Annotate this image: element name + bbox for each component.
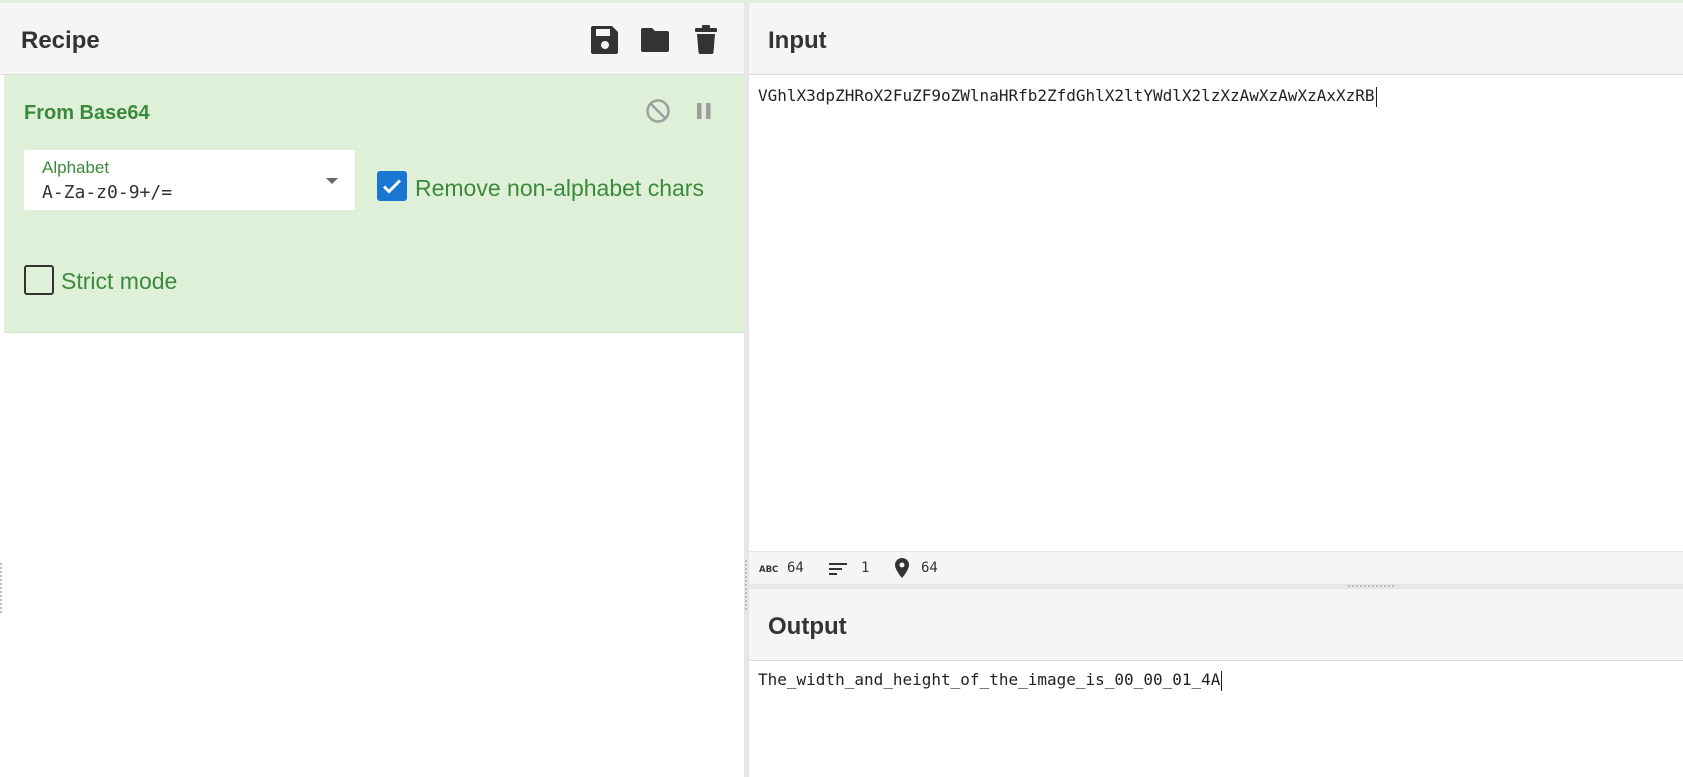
output-header: Output [749,589,1683,661]
check-icon [382,179,402,194]
remove-non-alphabet-checkbox[interactable] [377,171,407,201]
output-pane: Output The_width_and_height_of_the_image… [749,589,1683,777]
char-count: 64 [787,560,804,576]
operation-from-base64: From Base64 Alphabet A-Za-z0-9+/= Remove… [4,75,744,333]
pane-divider-grip[interactable] [745,560,748,610]
recipe-pane: Recipe From Base64 Alphabet A-Za-z0-9+/=… [0,3,744,777]
trash-icon[interactable] [691,23,721,55]
output-text: The_width_and_height_of_the_image_is_00_… [758,670,1221,689]
svg-text:ABC: ABC [759,565,778,573]
abc-icon: ABC [759,565,778,573]
input-textarea[interactable]: VGhlX3dpZHRoX2FuZF9oZWlnaHRfb2ZfdGhlX2lt… [758,86,1377,107]
alphabet-label: Alphabet [42,158,110,177]
chevron-down-icon [326,178,338,184]
folder-icon[interactable] [640,23,670,55]
text-caret [1375,86,1377,107]
output-title: Output [768,613,847,640]
strict-mode-checkbox[interactable] [24,265,54,295]
alphabet-select[interactable]: Alphabet A-Za-z0-9+/= [24,150,355,210]
disable-icon[interactable] [645,98,671,124]
operation-title: From Base64 [24,102,150,124]
input-status-bar: ABC 64 1 64 [749,551,1683,584]
recipe-header: Recipe [0,3,744,75]
save-icon[interactable] [590,23,620,55]
pause-icon[interactable] [692,99,716,123]
line-count: 1 [861,560,870,576]
alphabet-value: A-Za-z0-9+/= [42,182,173,203]
remove-non-alphabet-label[interactable]: Remove non-alphabet chars [415,175,704,202]
recipe-title: Recipe [21,27,100,54]
resize-handle-left[interactable] [0,563,2,613]
text-caret [1221,670,1223,691]
input-title: Input [768,27,827,54]
input-text: VGhlX3dpZHRoX2FuZF9oZWlnaHRfb2ZfdGhlX2lt… [758,86,1375,105]
input-header: Input [749,3,1683,75]
lines-icon [829,563,847,575]
location-pin-icon [895,558,909,578]
input-pane: Input VGhlX3dpZHRoX2FuZF9oZWlnaHRfb2ZfdG… [749,3,1683,586]
output-textarea[interactable]: The_width_and_height_of_the_image_is_00_… [758,670,1223,691]
cursor-position: 64 [921,560,938,576]
io-divider-grip[interactable] [1348,585,1394,587]
strict-mode-label[interactable]: Strict mode [61,268,177,295]
